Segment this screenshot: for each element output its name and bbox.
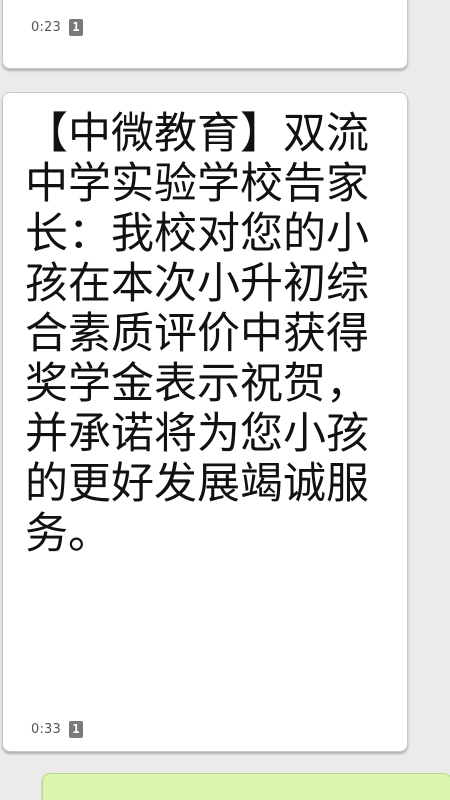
message-bubble-outgoing[interactable] — [42, 773, 450, 800]
message-timestamp: 0:33 — [31, 722, 61, 737]
message-meta: 0:23 1 — [31, 19, 83, 36]
sim-card-icon: 1 — [69, 19, 83, 36]
message-bubble-previous[interactable]: 0:23 1 — [2, 0, 408, 69]
message-timestamp: 0:23 — [31, 20, 61, 35]
message-text: 【中微教育】双流中学实验学校告家长：我校对您的小孩在本次小升初综合素质评价中获得… — [25, 109, 369, 559]
sim-card-icon: 1 — [69, 721, 83, 738]
message-bubble[interactable]: 【中微教育】双流中学实验学校告家长：我校对您的小孩在本次小升初综合素质评价中获得… — [2, 92, 408, 752]
sms-conversation-screen: 0:23 1 【中微教育】双流中学实验学校告家长：我校对您的小孩在本次小升初综合… — [0, 0, 450, 800]
message-meta: 0:33 1 — [31, 721, 83, 738]
